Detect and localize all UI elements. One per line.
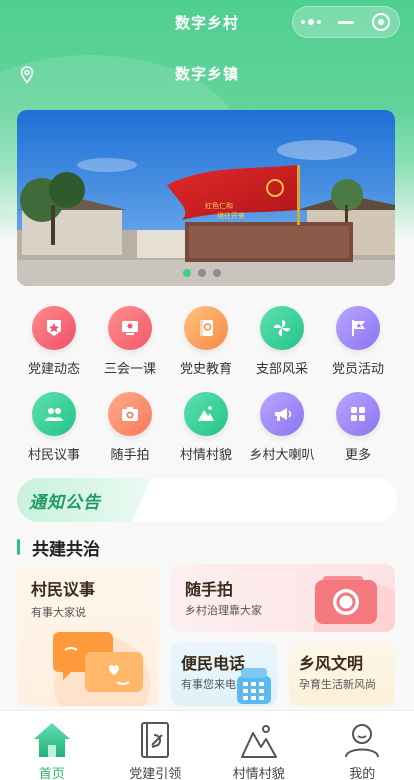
- card-subtitle: 有事大家说: [31, 606, 86, 619]
- tab-label: 我的: [349, 767, 376, 780]
- card-subtitle: 孕育生活新风尚: [299, 678, 376, 691]
- card-subtitle: 有事您来电: [181, 678, 236, 691]
- tab-mine[interactable]: 我的: [311, 711, 414, 780]
- grid-item-snapshot[interactable]: 随手拍: [93, 392, 167, 463]
- home-icon: [33, 723, 70, 757]
- grid-label: 村民议事: [27, 448, 80, 463]
- pager-dot[interactable]: [213, 269, 221, 277]
- location-title: 数字乡镇: [174, 65, 239, 83]
- grid-item-party-news[interactable]: 党建动态: [17, 306, 91, 377]
- tab-label: 首页: [38, 767, 65, 780]
- grid-item-villager-discussion[interactable]: 村民议事: [17, 392, 91, 463]
- grid-label: 支部风采: [255, 362, 308, 377]
- feature-grid-row2: 村民议事 随手拍 村情村貌 乡村大喇叭 更多: [17, 392, 395, 463]
- card-service-phone[interactable]: 便民电话 有事您来电: [171, 642, 277, 706]
- mountain-icon: [240, 725, 277, 758]
- grid-more-icon: [336, 392, 380, 436]
- pinwheel-icon: [260, 306, 304, 350]
- notice-label: 通知公告: [29, 493, 101, 513]
- lecture-icon: [108, 306, 152, 350]
- notice-bar[interactable]: 通知公告: [17, 478, 397, 522]
- card-villager-discussion[interactable]: 村民议事 有事大家说: [17, 564, 159, 706]
- grid-item-three-meetings[interactable]: 三会一课: [93, 306, 167, 377]
- grid-label: 村情村貌: [179, 448, 232, 463]
- user-icon: [345, 724, 380, 758]
- grid-item-village-view[interactable]: 村情村貌: [169, 392, 243, 463]
- telephone-icon: [237, 668, 271, 704]
- grid-label: 党建动态: [27, 362, 80, 377]
- flag-text-1: 红色仁和: [205, 201, 233, 210]
- minimize-button[interactable]: [328, 7, 363, 37]
- camera-icon: [108, 392, 152, 436]
- card-rural-civilization[interactable]: 乡风文明 孕育生活新风尚: [289, 642, 395, 706]
- banner-carousel[interactable]: 红色仁和 继往开来: [17, 110, 395, 286]
- close-button[interactable]: [364, 7, 399, 37]
- grid-label: 党史教育: [179, 362, 232, 377]
- title-bar: 数字乡村: [0, 0, 414, 44]
- tab-label: 村情村貌: [232, 767, 285, 780]
- party-book-icon: [184, 306, 228, 350]
- tab-home[interactable]: 首页: [0, 711, 104, 780]
- party-book-icon: [141, 722, 170, 758]
- section-title: 共建共治: [32, 539, 100, 560]
- tab-village-view[interactable]: 村情村貌: [207, 711, 311, 780]
- card-title: 村民议事: [31, 580, 96, 599]
- bottom-tab-bar: 首页 党建引领 村情村貌 我的: [0, 710, 414, 780]
- grid-item-branch-style[interactable]: 支部风采: [245, 306, 319, 377]
- camera-illustration-icon: [313, 576, 395, 632]
- banner-image: 红色仁和 继往开来: [17, 110, 395, 286]
- tab-party-leadership[interactable]: 党建引领: [104, 711, 208, 780]
- section-accent-bar: [17, 539, 20, 555]
- grid-item-member-activity[interactable]: 党员活动: [321, 306, 395, 377]
- tab-label: 党建引领: [129, 767, 182, 780]
- people-icon: [32, 392, 76, 436]
- minus-icon: [337, 20, 354, 24]
- star-flag-icon: [32, 306, 76, 350]
- grid-label: 党员活动: [331, 362, 384, 377]
- card-title: 随手拍: [185, 580, 234, 599]
- chat-bubbles-icon: [53, 632, 150, 706]
- grid-label: 更多: [344, 448, 371, 463]
- grid-label: 乡村大喇叭: [249, 448, 315, 463]
- grid-label: 三会一课: [103, 362, 156, 377]
- section-header: 共建共治: [17, 536, 100, 560]
- pager-dot[interactable]: [198, 269, 206, 277]
- more-dots-icon: [300, 19, 321, 25]
- mini-program-capsule: [292, 6, 400, 38]
- carousel-pager[interactable]: [183, 269, 221, 277]
- pager-dot[interactable]: [183, 269, 191, 277]
- feature-grid-row1: 党建动态 三会一课 党史教育 支部风采 党员活动: [17, 306, 395, 377]
- mountain-icon: [184, 392, 228, 436]
- grid-item-more[interactable]: 更多: [321, 392, 395, 463]
- megaphone-icon: [260, 392, 304, 436]
- grid-item-village-loudspeaker[interactable]: 乡村大喇叭: [245, 392, 319, 463]
- notice-tag: 通知公告: [17, 478, 151, 522]
- card-subtitle: 乡村治理靠大家: [185, 604, 262, 617]
- card-snapshot[interactable]: 随手拍 乡村治理靠大家: [171, 564, 395, 632]
- window-title: 数字乡村: [174, 13, 239, 32]
- flag-text-2: 继往开来: [217, 211, 245, 220]
- location-row: 数字乡镇: [0, 58, 414, 88]
- more-menu-button[interactable]: [293, 7, 328, 37]
- target-icon: [372, 13, 391, 31]
- flag-icon: [336, 306, 380, 350]
- grid-label: 随手拍: [110, 448, 150, 463]
- grid-item-party-history[interactable]: 党史教育: [169, 306, 243, 377]
- card-title: 乡风文明: [299, 654, 364, 673]
